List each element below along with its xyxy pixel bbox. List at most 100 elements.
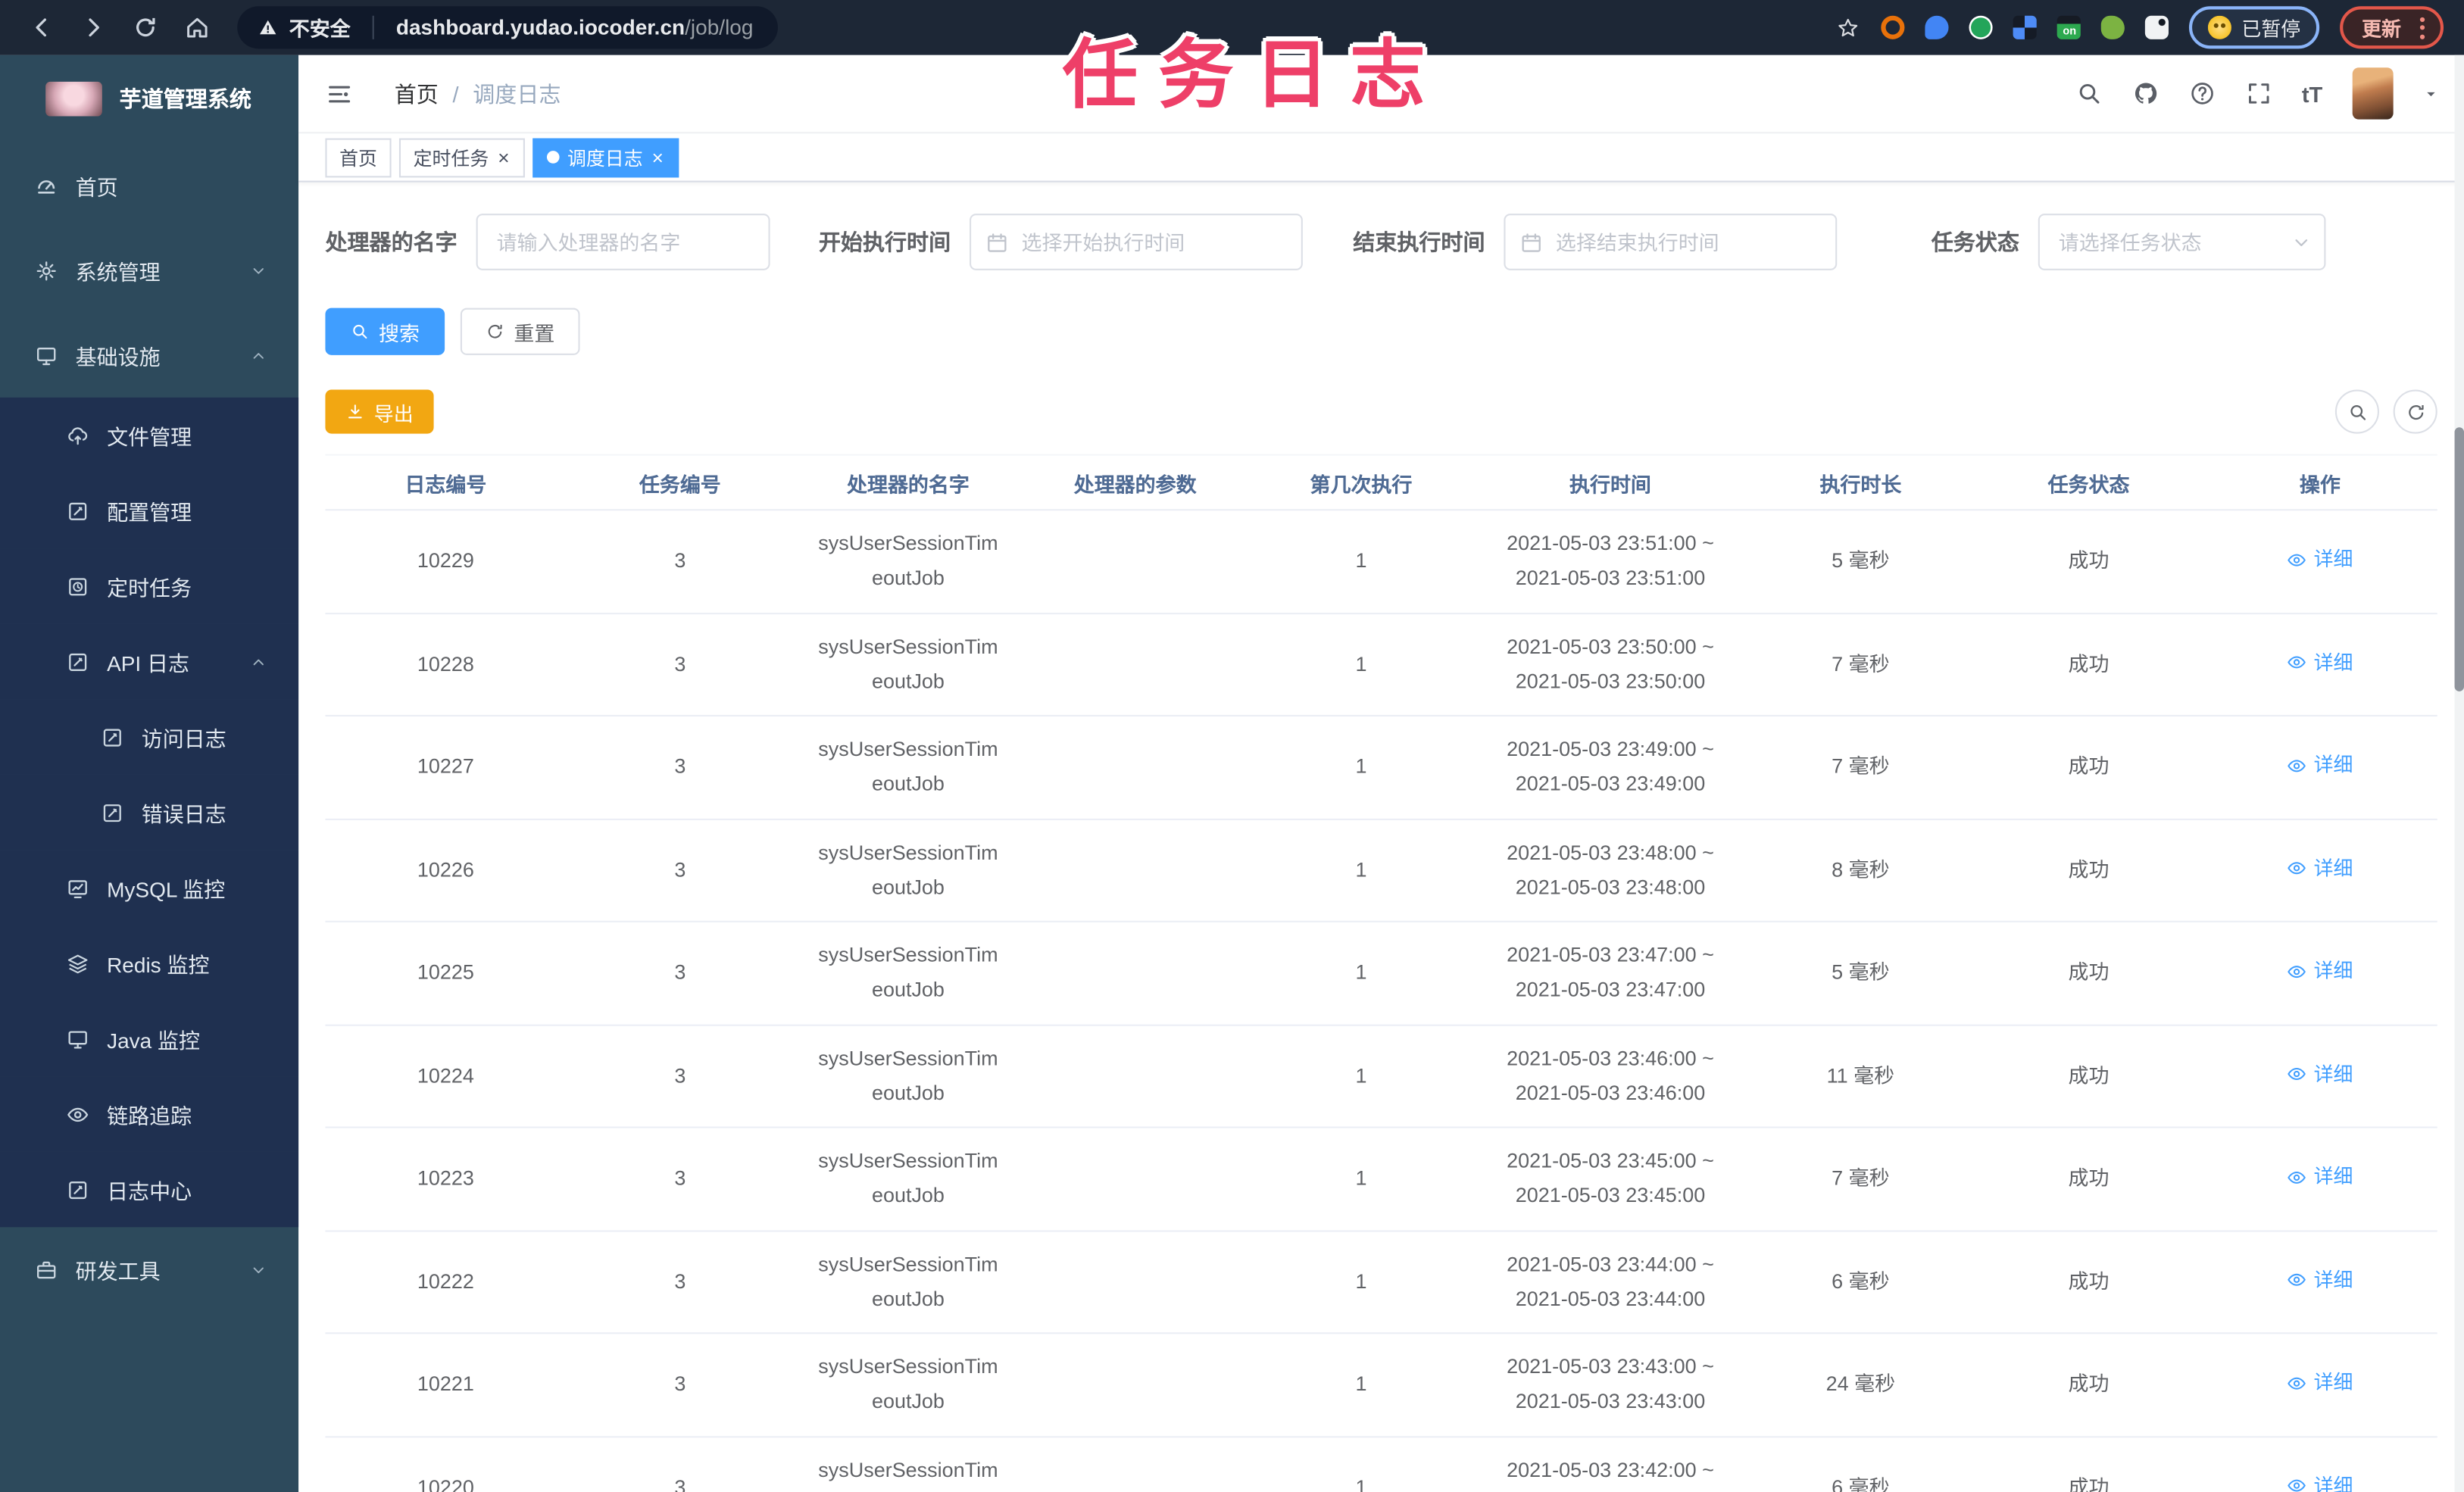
eye-icon — [2287, 755, 2307, 776]
chart-icon — [66, 876, 89, 900]
cell-actions: 详细 — [2203, 1263, 2437, 1301]
scrollbar-thumb[interactable] — [2454, 427, 2464, 691]
sidebar-item-java-monitor[interactable]: Java 监控 — [0, 1000, 299, 1077]
refresh-table-button[interactable] — [2393, 389, 2437, 434]
browser-toolbar-right: on 已暂停 更新 — [1836, 6, 2448, 49]
extension-icons: on — [1882, 15, 2169, 39]
sidebar-item-api-log[interactable]: API 日志 — [0, 623, 299, 700]
sidebar-item-access-log[interactable]: 访问日志 — [0, 699, 299, 775]
white-puzzle-extension-icon[interactable] — [2145, 15, 2169, 39]
reload-icon[interactable] — [132, 14, 158, 41]
table-body: 10229 3 sysUserSessionTim eoutJob 1 2021-… — [325, 510, 2437, 1492]
chevron-down-icon — [250, 1261, 267, 1278]
address-bar[interactable]: 不安全 dashboard.yudao.iocoder.cn/job/log — [237, 6, 779, 49]
on-badge-extension-icon[interactable]: on — [2057, 15, 2081, 39]
green-blob-extension-icon[interactable] — [2101, 15, 2125, 39]
fullscreen-icon[interactable] — [2245, 80, 2272, 107]
cell-execute-index: 1 — [1355, 651, 1367, 676]
column-header: 执行时间 — [1569, 472, 1651, 496]
detail-link[interactable]: 详细 — [2287, 748, 2353, 783]
tab-scheduled-tasks[interactable]: 定时任务 — [398, 137, 525, 177]
cell-duration: 24 毫秒 — [1825, 1372, 1896, 1396]
breadcrumb-current: 调度日志 — [473, 80, 561, 107]
sidebar-item-config-management[interactable]: 配置管理 — [0, 473, 299, 549]
orange-ring-extension-icon[interactable] — [1882, 15, 1906, 39]
tab-job-log[interactable]: 调度日志 — [532, 137, 679, 177]
browser-menu-kebab-icon[interactable] — [2410, 16, 2434, 39]
table-row: 10229 3 sysUserSessionTim eoutJob 1 2021-… — [325, 510, 2437, 614]
filter-label: 结束执行时间 — [1353, 229, 1485, 255]
handler-name-input[interactable] — [476, 214, 770, 270]
home-icon[interactable] — [184, 14, 211, 41]
header-search-icon[interactable] — [2075, 80, 2102, 107]
detail-link[interactable]: 详细 — [2287, 1366, 2353, 1400]
detail-link[interactable]: 详细 — [2287, 1469, 2353, 1492]
avatar[interactable] — [2352, 67, 2394, 120]
help-icon[interactable] — [2188, 80, 2215, 107]
tab-label: 定时任务 — [413, 146, 489, 170]
grid-extension-icon[interactable] — [2013, 15, 2038, 39]
detail-link[interactable]: 详细 — [2287, 1057, 2353, 1091]
edit-icon — [101, 725, 124, 748]
screen-icon — [66, 1027, 89, 1050]
brand-header[interactable]: 芋道管理系统 — [0, 55, 298, 143]
breadcrumb-home[interactable]: 首页 — [395, 78, 439, 109]
detail-link[interactable]: 详细 — [2287, 1263, 2353, 1297]
sidebar-item-dev-tools[interactable]: 研发工具 — [0, 1227, 298, 1312]
cell-execute-time: 2021-05-03 23:43:00 ~2021-05-03 23:43:00 — [1507, 1354, 1714, 1413]
search-button-label: 搜索 — [378, 321, 420, 345]
close-icon[interactable] — [497, 150, 511, 164]
toggle-search-button[interactable] — [2334, 389, 2379, 434]
cell-handler-name: sysUserSessionTimeoutJob — [818, 943, 998, 1002]
avatar-caret-down-icon[interactable] — [2423, 86, 2439, 101]
layers-icon — [66, 951, 89, 975]
cell-execute-index: 1 — [1355, 1166, 1367, 1191]
security-label[interactable]: 不安全 — [289, 13, 351, 42]
update-button[interactable]: 更新 — [2340, 6, 2444, 49]
detail-link[interactable]: 详细 — [2287, 542, 2353, 577]
detail-link[interactable]: 详细 — [2287, 954, 2353, 988]
blue-pin-extension-icon[interactable] — [1925, 15, 1950, 39]
sidebar-item-file-management[interactable]: 文件管理 — [0, 397, 299, 473]
detail-link[interactable]: 详细 — [2287, 1160, 2353, 1194]
cell-log-id: 10226 — [417, 857, 474, 882]
green-circle-y-extension-icon[interactable] — [1969, 15, 1994, 39]
detail-link[interactable]: 详细 — [2287, 645, 2353, 680]
detail-link[interactable]: 详细 — [2287, 851, 2353, 885]
url-text[interactable]: dashboard.yudao.iocoder.cn/job/log — [396, 16, 754, 39]
reset-button[interactable]: 重置 — [460, 307, 580, 355]
column-header: 第几次执行 — [1310, 472, 1413, 496]
status-select[interactable] — [2038, 214, 2326, 270]
begin-time-input[interactable] — [970, 214, 1303, 270]
end-time-input[interactable] — [1504, 214, 1838, 270]
sidebar-item-mysql-monitor[interactable]: MySQL 监控 — [0, 850, 299, 925]
close-icon[interactable] — [651, 150, 665, 164]
not-secure-warning-icon[interactable] — [258, 17, 278, 38]
sidebar-item-system-management[interactable]: 系统管理 — [0, 228, 298, 313]
cell-handler-name: sysUserSessionTimeoutJob — [818, 1251, 998, 1310]
sidebar-item-redis-monitor[interactable]: Redis 监控 — [0, 925, 299, 1001]
font-size-icon[interactable]: tT — [2302, 81, 2322, 106]
forward-icon[interactable] — [80, 14, 107, 41]
github-icon[interactable] — [2132, 80, 2159, 107]
sidebar-item-trace[interactable]: 链路追踪 — [0, 1076, 299, 1152]
export-button[interactable]: 导出 — [325, 389, 434, 434]
sidebar-item-scheduled-tasks[interactable]: 定时任务 — [0, 548, 299, 624]
scrollbar-track[interactable] — [2454, 55, 2464, 1492]
tab-home[interactable]: 首页 — [325, 137, 392, 177]
cell-actions: 详细 — [2203, 851, 2437, 889]
sidebar-item-error-log[interactable]: 错误日志 — [0, 774, 299, 851]
address-divider — [372, 15, 374, 39]
back-icon[interactable] — [28, 14, 55, 41]
sidebar-item-infrastructure[interactable]: 基础设施 — [0, 313, 298, 398]
bookmark-star-icon[interactable] — [1836, 15, 1861, 40]
paused-extension-badge[interactable]: 已暂停 — [2189, 6, 2320, 49]
sidebar-item-label: 文件管理 — [107, 426, 192, 450]
search-button[interactable]: 搜索 — [325, 307, 445, 355]
hamburger-icon[interactable] — [325, 80, 353, 108]
sidebar-item-log-center[interactable]: 日志中心 — [0, 1151, 299, 1228]
eye-icon — [2287, 1475, 2307, 1492]
sidebar-item-home[interactable]: 首页 — [0, 143, 298, 228]
cell-task-id: 3 — [674, 754, 686, 779]
cell-handler-name: sysUserSessionTimeoutJob — [818, 531, 998, 590]
